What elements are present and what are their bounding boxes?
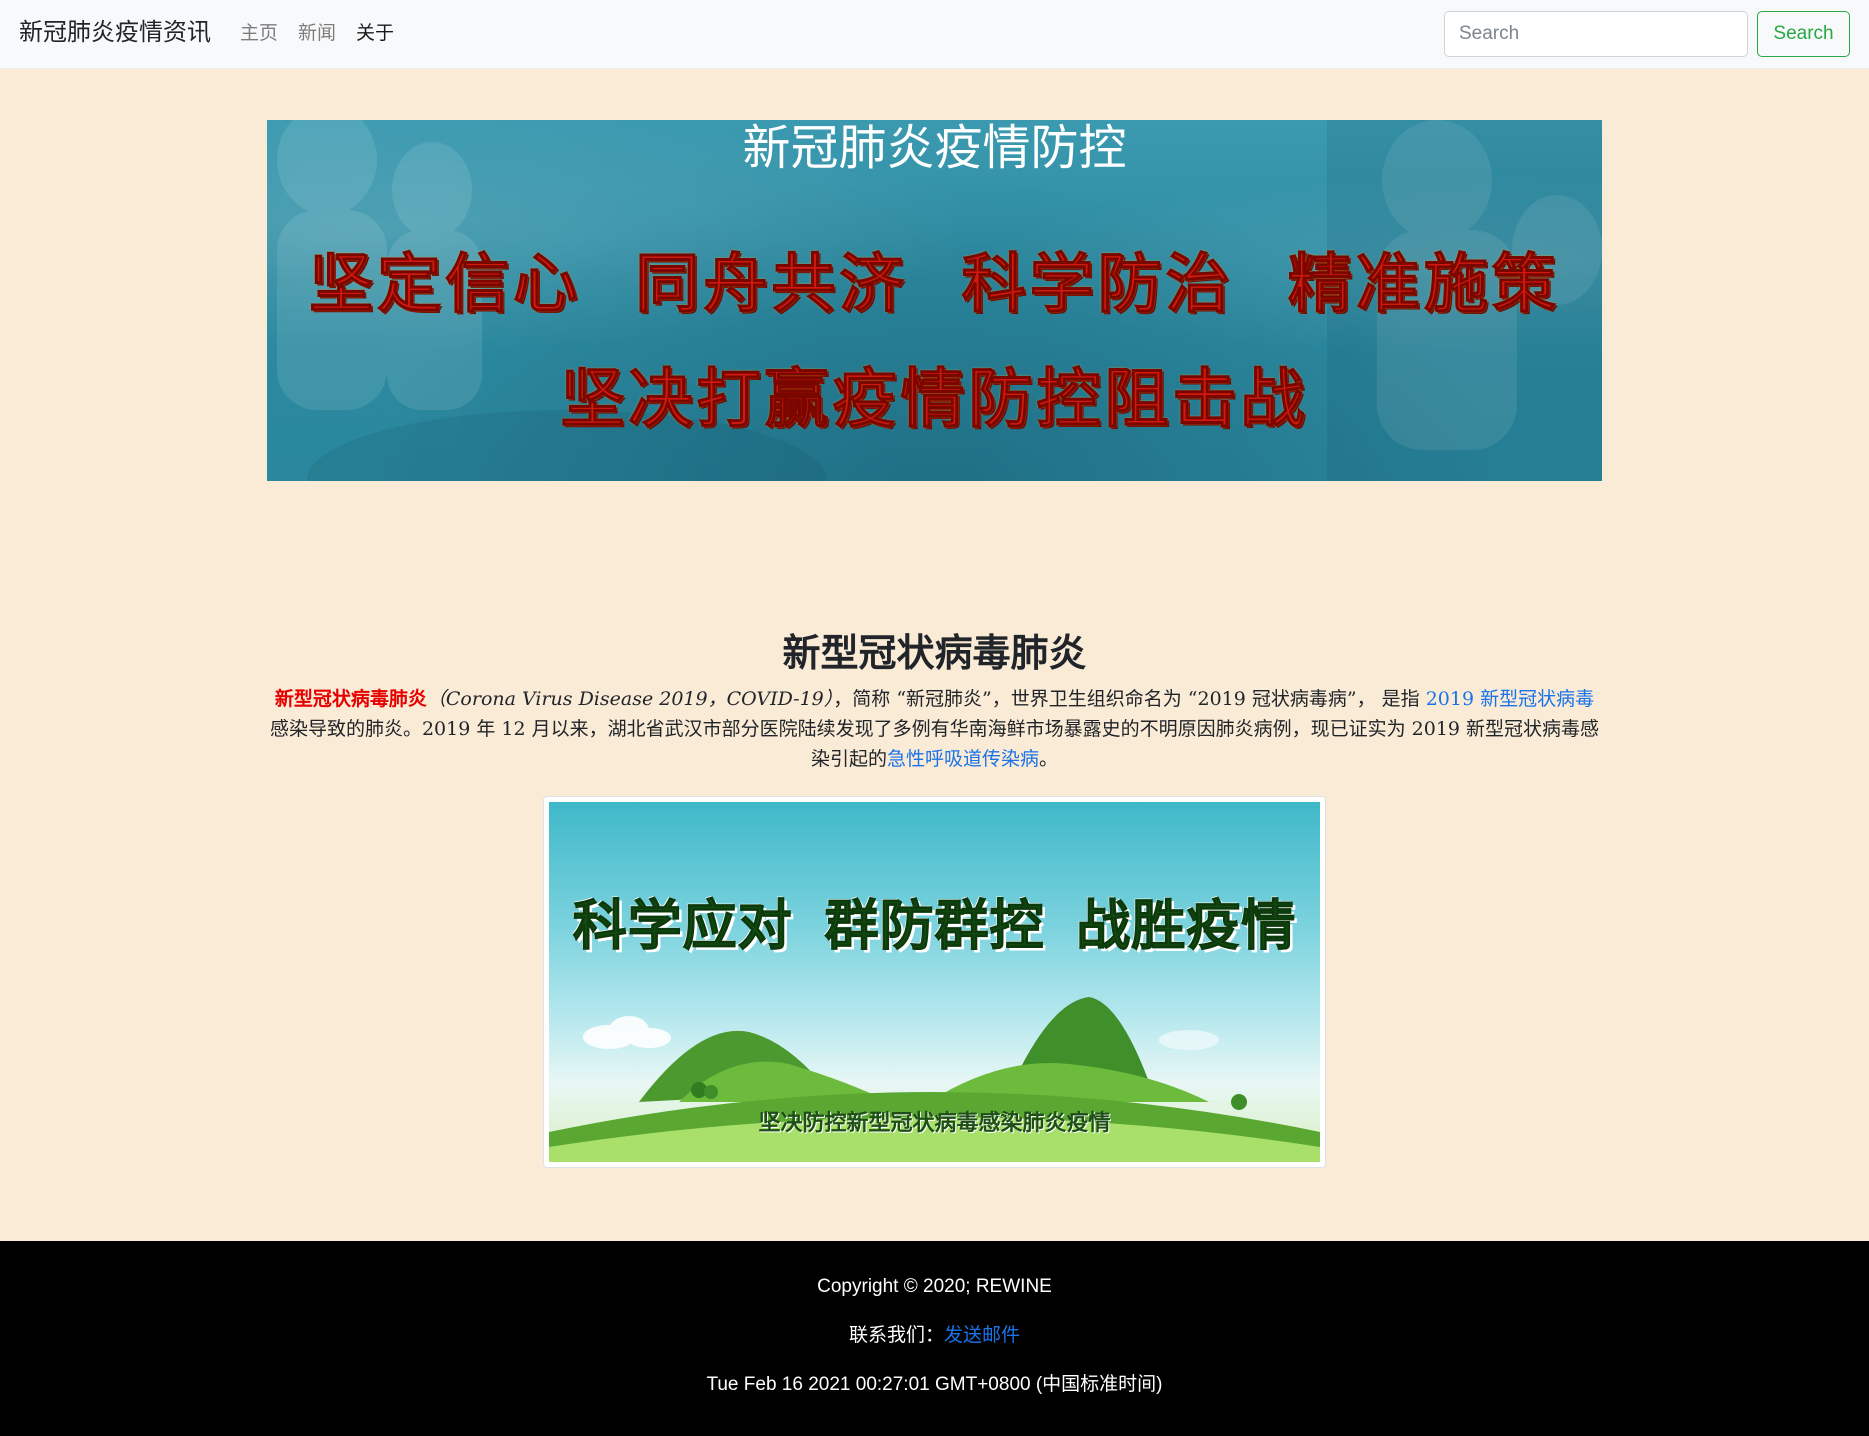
- footer-copyright: Copyright © 2020; REWINE: [817, 1276, 1052, 1297]
- hero-slogan-line1: 坚定信心 同舟共济 科学防治 精准施策: [309, 247, 1560, 323]
- poster-landscape: [549, 997, 1320, 1162]
- brand-link[interactable]: 新冠肺炎疫情资讯: [19, 16, 211, 48]
- intro-paragraph: 新型冠状病毒肺炎（Corona Virus Disease 2019，COVID…: [267, 684, 1602, 774]
- nav-link-home[interactable]: 主页: [240, 20, 278, 46]
- poster-slogan: 科学应对 群防群控 战胜疫情: [572, 894, 1297, 958]
- intro-text-1: ，简称 “新冠肺炎”，世界卫生组织命名为 “2019 冠状病毒病”， 是指: [833, 688, 1426, 710]
- link-acute-respiratory-disease[interactable]: 急性呼吸道传染病: [887, 748, 1039, 770]
- navbar: 新冠肺炎疫情资讯 主页 新闻 关于 Search: [0, 0, 1869, 69]
- footer-datetime: Tue Feb 16 2021 00:27:01 GMT+0800 (中国标准时…: [706, 1374, 1163, 1395]
- section-title: 新型冠状病毒肺炎: [782, 631, 1087, 675]
- poster-image: 科学应对 群防群控 战胜疫情 坚决防控新型冠状病毒感染肺炎疫情: [549, 802, 1320, 1162]
- footer: Copyright © 2020; REWINE 联系我们：发送邮件 Tue F…: [0, 1241, 1869, 1436]
- intro-text-3: 。: [1039, 748, 1059, 770]
- poster-figure: 科学应对 群防群控 战胜疫情 坚决防控新型冠状病毒感染肺炎疫情: [543, 796, 1326, 1168]
- footer-contact: 联系我们：发送邮件: [0, 1323, 1869, 1349]
- send-email-link[interactable]: 发送邮件: [944, 1325, 1020, 1346]
- poster-subtitle: 坚决防控新型冠状病毒感染肺炎疫情: [758, 1111, 1111, 1136]
- intro-latin-name: （Corona Virus Disease 2019，COVID-19）: [426, 688, 834, 710]
- nav-link-news[interactable]: 新闻: [298, 20, 336, 46]
- hero-slogan-line2: 坚决打赢疫情防控阻击战: [560, 362, 1309, 438]
- link-2019-ncov[interactable]: 2019 新型冠状病毒: [1426, 688, 1594, 710]
- search-button[interactable]: Search: [1757, 11, 1850, 57]
- hero-title: 新冠肺炎疫情防控: [742, 120, 1127, 176]
- contact-label: 联系我们：: [848, 1325, 944, 1346]
- search-input[interactable]: [1444, 11, 1748, 57]
- nav-link-about[interactable]: 关于: [356, 20, 394, 46]
- intro-term: 新型冠状病毒肺炎: [274, 688, 427, 710]
- hero-banner: 新冠肺炎疫情防控 坚定信心 同舟共济 科学防治 精准施策 坚决打赢疫情防控阻击战: [267, 120, 1602, 481]
